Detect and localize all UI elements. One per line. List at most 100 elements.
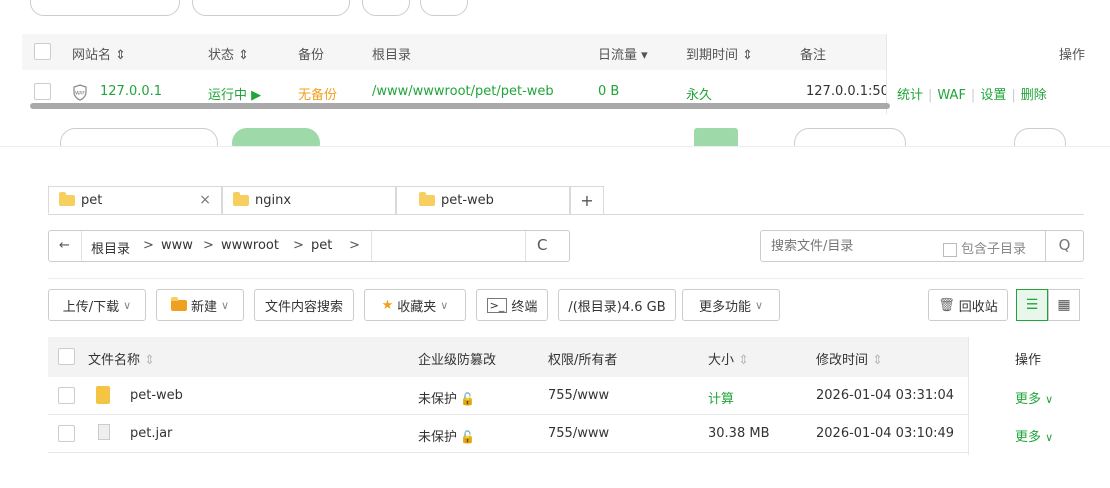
chevron-down-icon: ∨ xyxy=(1045,431,1054,444)
col-status[interactable]: 状态 ⇕ xyxy=(208,44,249,63)
site-expire[interactable]: 永久 xyxy=(686,84,712,103)
breadcrumb-separator[interactable]: > xyxy=(349,238,360,253)
site-backup-link[interactable]: 无备份 xyxy=(298,84,337,103)
unlock-icon: 🔓 xyxy=(460,392,475,406)
include-subdir-checkbox[interactable]: 包含子目录 xyxy=(943,238,1026,257)
waf-shield-icon: WAF xyxy=(72,84,88,105)
upload-download-button[interactable]: 上传/下载 ∨ xyxy=(48,289,146,321)
site-delete-link[interactable]: 删除 xyxy=(1021,88,1047,103)
terminal-label: 终端 xyxy=(511,299,538,315)
col-backup: 备份 xyxy=(298,48,325,63)
breadcrumb-separator[interactable]: > xyxy=(293,238,304,253)
file-manager-panel: pet × nginx pet-web + ← 根目录 > www > wwwr… xyxy=(10,154,1100,488)
plus-icon: + xyxy=(580,191,594,210)
new-folder-icon xyxy=(170,296,187,311)
file-row[interactable]: pet-web 未保护 🔓 755/www 计算 2026-01-04 03:31… xyxy=(48,377,1084,415)
tab-pet[interactable]: pet × xyxy=(48,186,222,214)
tab-label: pet-web xyxy=(441,193,494,208)
col-file-name[interactable]: 文件名称 ⇕ xyxy=(88,349,155,368)
content-search-button[interactable]: 文件内容搜索 xyxy=(254,289,354,321)
chevron-down-icon: ∨ xyxy=(1045,393,1054,406)
site-status-toggle[interactable]: 运行中 ▶ xyxy=(208,84,261,103)
col-traffic[interactable]: 日流量 ▾ xyxy=(598,44,648,63)
site-stats-link[interactable]: 统计 xyxy=(897,88,923,103)
recycle-label: 回收站 xyxy=(958,299,998,315)
file-row[interactable]: pet.jar 未保护 🔓 755/www 30.38 MB 2026-01-04… xyxy=(48,415,1084,453)
grid-view-toggle[interactable]: ▦ xyxy=(1048,289,1080,321)
terminal-icon: >_ xyxy=(486,297,508,313)
calc-size-link[interactable]: 计算 xyxy=(708,388,734,407)
file-row-checkbox[interactable] xyxy=(58,387,75,404)
breadcrumb-root[interactable]: 根目录 xyxy=(91,238,130,257)
disk-usage-button[interactable]: /(根目录)4.6 GB xyxy=(558,289,676,321)
file-name[interactable]: pet-web xyxy=(130,388,183,403)
col-expire[interactable]: 到期时间 ⇕ xyxy=(686,44,753,63)
file-row-checkbox[interactable] xyxy=(58,425,75,442)
breadcrumb-pet[interactable]: pet xyxy=(311,238,332,253)
refresh-icon[interactable]: C xyxy=(537,236,547,254)
breadcrumb-separator[interactable]: > xyxy=(143,238,154,253)
chevron-down-icon: ∨ xyxy=(220,298,230,312)
favorites-button[interactable]: ★ 收藏夹 ∨ xyxy=(364,289,466,321)
col-site-name[interactable]: 网站名 ⇕ xyxy=(72,44,126,63)
tab-bar: pet × nginx pet-web + xyxy=(48,186,604,214)
disk-usage-label: /(根目录)4.6 GB xyxy=(568,299,666,315)
close-icon[interactable]: × xyxy=(199,192,211,208)
chevron-down-icon: ∨ xyxy=(440,298,449,312)
more-features-button[interactable]: 更多功能 ∨ xyxy=(682,289,780,321)
grid-icon: ▦ xyxy=(1057,297,1071,313)
tab-nginx[interactable]: nginx xyxy=(222,186,396,214)
site-waf-link[interactable]: WAF xyxy=(937,88,966,103)
col-mtime[interactable]: 修改时间 ⇕ xyxy=(816,349,883,368)
select-all-checkbox[interactable] xyxy=(34,43,51,60)
tab-pet-web[interactable]: pet-web xyxy=(396,186,570,214)
breadcrumb-separator[interactable]: > xyxy=(203,238,214,253)
site-root-link[interactable]: /www/wwwroot/pet/pet-web xyxy=(372,84,554,99)
col-root: 根目录 xyxy=(372,48,412,63)
website-list-panel: 网站名 ⇕ 状态 ⇕ 备份 根目录 日流量 ▾ 到期时间 ⇕ 备注 WAF 12… xyxy=(0,0,1110,150)
col-note: 备注 xyxy=(800,48,827,63)
file-table-header: 文件名称 ⇕ 企业级防篡改 权限/所有者 大小 ⇕ 修改时间 ⇕ xyxy=(48,337,1084,377)
file-permission[interactable]: 755/www xyxy=(548,426,609,441)
file-permission[interactable]: 755/www xyxy=(548,388,609,403)
more-dropdown[interactable]: 更多 ∨ xyxy=(1015,426,1053,445)
add-tab-button[interactable]: + xyxy=(570,186,604,214)
site-traffic[interactable]: 0 B xyxy=(598,84,619,99)
horizontal-scrollbar[interactable] xyxy=(30,103,890,109)
site-name-link[interactable]: 127.0.0.1 xyxy=(100,84,162,99)
more-features-label: 更多功能 xyxy=(698,299,751,315)
top-toolbar-button[interactable] xyxy=(30,0,180,16)
breadcrumb-www[interactable]: www xyxy=(161,238,193,253)
top-toolbar-button[interactable] xyxy=(420,0,468,16)
folder-icon xyxy=(59,191,75,206)
new-button[interactable]: 新建 ∨ xyxy=(156,289,244,321)
recycle-bin-button[interactable]: 🗑 回收站 xyxy=(928,289,1008,321)
site-settings-link[interactable]: 设置 xyxy=(980,88,1006,103)
row-checkbox[interactable] xyxy=(34,83,51,100)
new-label: 新建 xyxy=(190,299,217,315)
terminal-button[interactable]: >_ 终端 xyxy=(476,289,548,321)
top-toolbar-select[interactable] xyxy=(192,0,350,16)
sort-icon: ⇕ xyxy=(738,353,750,368)
back-arrow-icon[interactable]: ← xyxy=(59,238,70,253)
search-icon[interactable]: Q xyxy=(1045,231,1083,261)
list-view-toggle[interactable]: ☰ xyxy=(1016,289,1048,321)
more-dropdown[interactable]: 更多 ∨ xyxy=(1015,388,1053,407)
chevron-down-icon: ∨ xyxy=(754,298,764,312)
star-icon: ★ xyxy=(381,297,394,313)
top-toolbar-button[interactable] xyxy=(362,0,410,16)
tab-label: nginx xyxy=(255,193,292,208)
site-note[interactable]: 127.0.0.1:500 xyxy=(806,84,897,99)
search-box: 包含子目录 Q xyxy=(760,230,1084,262)
protect-status[interactable]: 未保护 🔓 xyxy=(418,426,475,445)
file-name[interactable]: pet.jar xyxy=(130,426,172,441)
breadcrumb: ← 根目录 > www > wwwroot > pet > C xyxy=(48,230,570,262)
select-all-files-checkbox[interactable] xyxy=(58,348,75,365)
search-input[interactable] xyxy=(771,237,921,255)
file-mtime: 2026-01-04 03:31:04 xyxy=(816,388,955,403)
protect-status[interactable]: 未保护 🔓 xyxy=(418,388,475,407)
col-size[interactable]: 大小 ⇕ xyxy=(708,349,749,368)
trash-icon: 🗑 xyxy=(938,297,955,313)
breadcrumb-wwwroot[interactable]: wwwroot xyxy=(221,238,279,253)
favorites-label: 收藏夹 xyxy=(397,299,437,315)
